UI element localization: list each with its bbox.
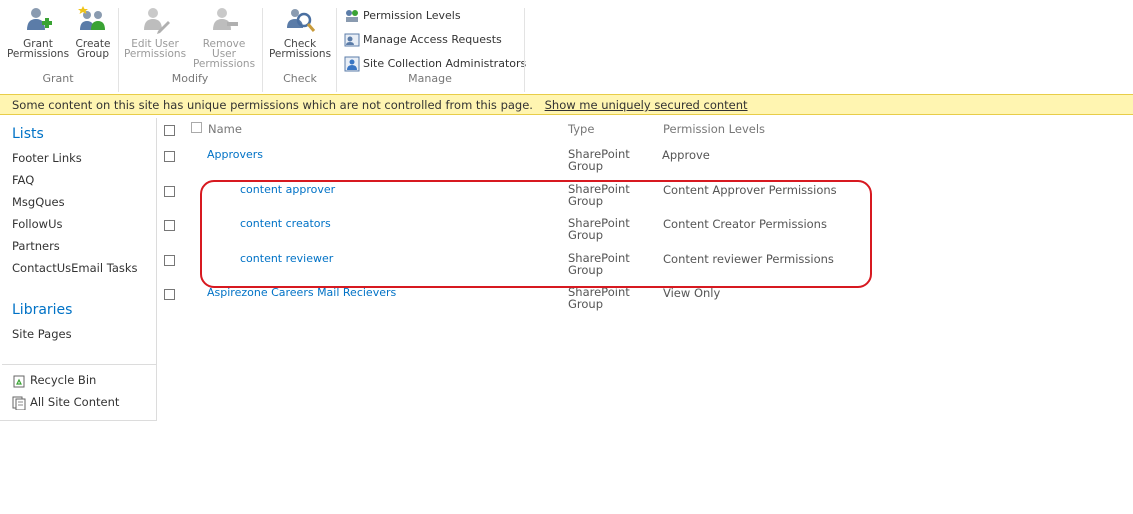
header-checkbox[interactable]: [191, 122, 202, 133]
row-checkbox[interactable]: [164, 151, 175, 162]
select-all-checkbox[interactable]: [164, 125, 175, 136]
row-type: SharePoint Group: [568, 147, 630, 173]
recycle-bin-link[interactable]: Recycle Bin: [12, 373, 96, 388]
nav-item-msgques[interactable]: MsgQues: [12, 195, 65, 209]
manage-access-requests-icon: [344, 33, 360, 47]
grant-group-label: Grant: [42, 72, 74, 85]
permission-levels-icon: [346, 10, 358, 22]
edit-user-permissions-icon: [144, 8, 170, 34]
remove-user-permissions-icon: [213, 8, 238, 30]
libraries-heading[interactable]: Libraries: [12, 302, 72, 318]
row-checkbox[interactable]: [164, 220, 175, 231]
create-group-icon: [78, 6, 105, 30]
manage-access-requests-button[interactable]: Manage Access Requests: [344, 30, 502, 50]
nav-item-footer-links[interactable]: Footer Links: [12, 151, 82, 165]
ribbon-separator: [524, 8, 525, 92]
modify-group-label: Modify: [171, 72, 209, 85]
row-checkbox[interactable]: [164, 255, 175, 266]
row-permission: Approve: [662, 148, 710, 162]
manage-group-label: Manage: [408, 72, 452, 85]
check-permissions-button[interactable]: Check Permissions: [268, 4, 332, 59]
all-site-content-icon: [12, 396, 26, 410]
quick-launch: Lists Footer Links FAQ MsgQues FollowUs …: [0, 118, 157, 421]
nav-item-partners[interactable]: Partners: [12, 239, 60, 253]
column-header-name[interactable]: Name: [208, 122, 242, 136]
grant-permissions-icon: [27, 8, 52, 30]
row-checkbox[interactable]: [164, 289, 175, 300]
lists-heading[interactable]: Lists: [12, 126, 44, 142]
ribbon-separator: [336, 8, 337, 92]
ribbon-separator: [118, 8, 119, 92]
ribbon: Grant Permissions Create Group Grant Edi…: [0, 0, 1133, 95]
unique-permissions-status-bar: Some content on this site has unique per…: [0, 94, 1133, 115]
status-message: Some content on this site has unique per…: [12, 98, 533, 112]
create-group-button[interactable]: Create Group: [72, 4, 114, 59]
check-group-label: Check: [283, 72, 317, 85]
row-permission: View Only: [663, 286, 721, 300]
nav-item-faq[interactable]: FAQ: [12, 173, 34, 187]
nav-item-site-pages[interactable]: Site Pages: [12, 327, 72, 341]
ribbon-separator: [262, 8, 263, 92]
nav-item-followus[interactable]: FollowUs: [12, 217, 62, 231]
all-site-content-link[interactable]: All Site Content: [12, 395, 119, 410]
nav-item-contactusemail-tasks[interactable]: ContactUsEmail Tasks: [12, 261, 138, 275]
show-uniquely-secured-content-link[interactable]: Show me uniquely secured content: [545, 98, 748, 112]
grant-permissions-button[interactable]: Grant Permissions: [6, 4, 70, 59]
site-collection-administrators-icon: [344, 56, 360, 72]
group-link-approvers[interactable]: Approvers: [207, 148, 263, 161]
check-permissions-icon: [287, 9, 316, 32]
remove-user-permissions-button[interactable]: Remove User Permissions: [190, 4, 258, 69]
column-header-permission-levels[interactable]: Permission Levels: [663, 122, 765, 136]
recycle-bin-icon: [13, 375, 25, 387]
row-checkbox[interactable]: [164, 186, 175, 197]
highlight-annotation: [200, 180, 872, 288]
permission-levels-button[interactable]: Permission Levels: [344, 6, 461, 26]
column-header-type[interactable]: Type: [568, 122, 594, 136]
site-collection-administrators-button[interactable]: Site Collection Administrators: [344, 54, 526, 74]
row-type: SharePoint Group: [568, 285, 630, 311]
edit-user-permissions-button[interactable]: Edit User Permissions: [122, 4, 188, 59]
nav-divider: [2, 364, 156, 365]
